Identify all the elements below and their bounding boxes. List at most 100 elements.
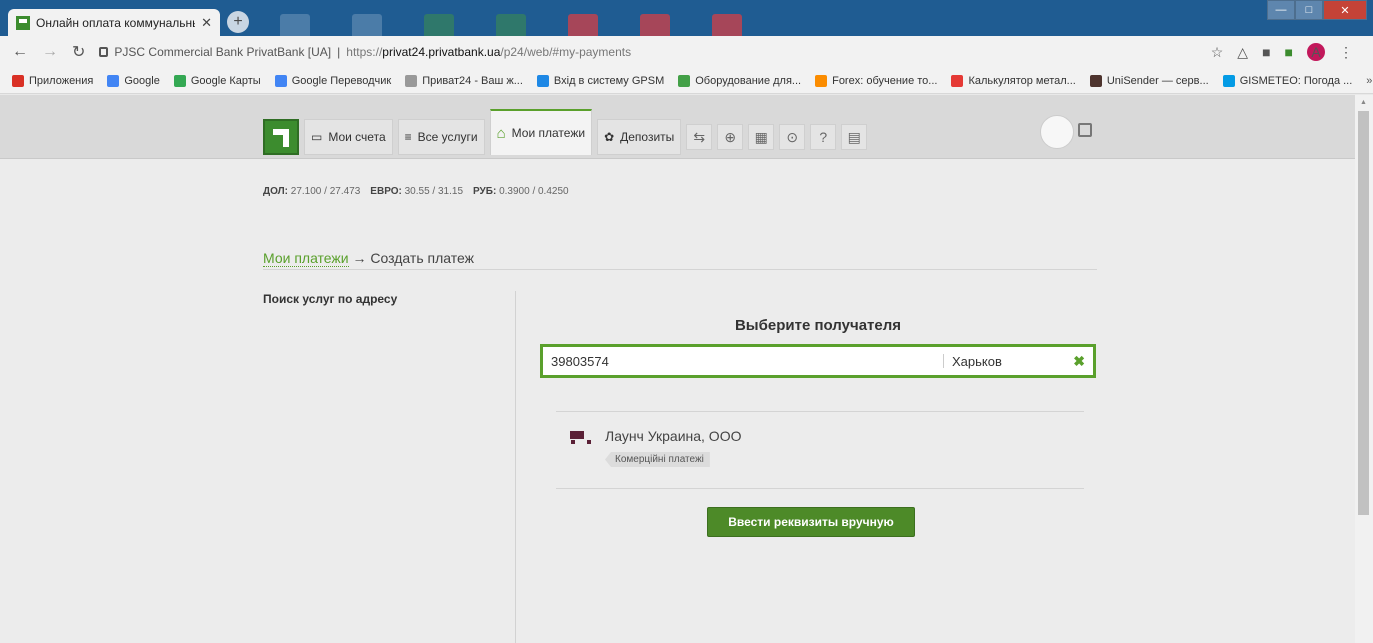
nav-my-accounts-label: Мои счета <box>328 130 386 144</box>
city-input[interactable] <box>944 348 1064 374</box>
enter-details-manually-button[interactable]: Ввести реквизиты вручную <box>707 507 915 537</box>
breadcrumb-current: Создать платеж <box>370 250 474 266</box>
results-divider-top <box>556 411 1084 412</box>
recipient-result-item[interactable]: Лаунч Украина, ООО Комерційні платежі <box>567 428 742 467</box>
page-scrollbar[interactable]: ▲ <box>1355 95 1373 643</box>
nav-deposits[interactable]: ✿ Депозиты <box>597 119 682 155</box>
extension-area: ☆ △ ■ ■ A ⋮ <box>1211 43 1353 61</box>
background-windows <box>260 0 1120 36</box>
maximize-button[interactable]: □ <box>1295 0 1323 20</box>
scroll-up-icon[interactable]: ▲ <box>1360 99 1367 106</box>
new-tab-button[interactable]: + <box>227 11 249 33</box>
bookmark-google-translate[interactable]: Google Переводчик <box>274 74 391 87</box>
choose-recipient-title: Выберите получателя <box>734 317 902 334</box>
equipment-icon <box>678 74 691 87</box>
column-divider <box>515 291 516 643</box>
back-arrow-icon[interactable]: ← <box>12 43 28 61</box>
window-thumb <box>712 14 742 36</box>
scrollbar-thumb[interactable] <box>1358 111 1369 515</box>
bookmark-forex[interactable]: Forex: обучение то... <box>815 74 937 87</box>
bookmark-privat24[interactable]: Приват24 - Ваш ж... <box>405 74 523 87</box>
bookmark-star-icon[interactable]: ☆ <box>1211 44 1224 61</box>
state-services-icon[interactable]: ▦ <box>748 124 775 150</box>
bookmark-unisender[interactable]: UniSender — серв... <box>1089 74 1209 87</box>
gismeteo-icon <box>1222 74 1235 87</box>
window-close-button[interactable]: ✕ <box>1323 0 1367 20</box>
logout-icon[interactable] <box>1078 123 1092 137</box>
usd-rate: 27.100 / 27.473 <box>290 186 361 197</box>
exchange-rates: ДОЛ: 27.100 / 27.473 ЕВРО: 30.55 / 31.15… <box>263 186 569 197</box>
menu-kebab-icon[interactable]: ⋮ <box>1339 44 1353 61</box>
nav-my-payments[interactable]: ⌂ Мои платежи <box>489 109 593 155</box>
bookmarks-overflow-icon[interactable]: » <box>1366 75 1372 87</box>
shop-cart-icon[interactable]: ▤ <box>841 124 868 150</box>
recipient-name: Лаунч Украина, ООО <box>605 428 742 444</box>
nav-my-accounts[interactable]: ▭ Мои счета <box>304 119 393 155</box>
results-divider-bottom <box>556 488 1084 489</box>
browser-tab-strip: Онлайн оплата коммунальных ✕ + — □ ✕ <box>0 0 1373 36</box>
tab-close-icon[interactable]: ✕ <box>201 15 212 31</box>
privat24-icon <box>405 74 418 87</box>
apps-grid-icon <box>12 74 24 87</box>
nav-all-services[interactable]: ≡ Все услуги <box>397 119 485 155</box>
user-avatar[interactable] <box>1040 115 1074 149</box>
bookmark-equipment[interactable]: Оборудование для... <box>678 74 801 87</box>
help-icon[interactable]: ? <box>810 124 837 150</box>
eur-label: ЕВРО: <box>370 186 402 197</box>
minimize-button[interactable]: — <box>1267 0 1295 20</box>
drive-icon[interactable]: △ <box>1237 44 1248 61</box>
piggy-bank-icon: ✿ <box>604 130 615 144</box>
reload-icon[interactable]: ↻ <box>72 42 85 62</box>
window-controls: — □ ✕ <box>1267 0 1367 20</box>
privatbank-logo[interactable] <box>263 119 299 155</box>
bookmarks-bar: Приложения Google Google Карты Google Пе… <box>0 68 1373 94</box>
window-thumb <box>568 14 598 36</box>
usd-label: ДОЛ: <box>263 186 288 197</box>
rub-rate: 0.3900 / 0.4250 <box>499 186 569 197</box>
breadcrumb-arrow: → <box>352 250 367 266</box>
bookmark-google[interactable]: Google <box>107 74 160 87</box>
rub-label: РУБ: <box>473 186 497 197</box>
bookmark-google-maps[interactable]: Google Карты <box>173 74 261 87</box>
omnibox[interactable]: PJSC Commercial Bank PrivatBank [UA] | h… <box>99 45 1196 59</box>
forward-arrow-icon[interactable]: → <box>42 43 58 61</box>
omnibox-divider: | <box>337 45 341 59</box>
site-certificate: PJSC Commercial Bank PrivatBank [UA] <box>114 45 332 59</box>
home-icon: ⌂ <box>496 124 506 142</box>
url-path: /p24/web/#my-payments <box>500 45 632 59</box>
site-header: ▭ Мои счета ≡ Все услуги ⌂ Мои платежи ✿… <box>0 95 1355 159</box>
card-icon: ▭ <box>311 130 323 144</box>
browser-tab-active[interactable]: Онлайн оплата коммунальных ✕ <box>8 9 220 36</box>
bookmark-gismeteo[interactable]: GISMETEO: Погода ... <box>1222 74 1352 87</box>
list-icon: ≡ <box>404 130 412 144</box>
window-thumb <box>280 14 310 36</box>
extension-icon[interactable]: ■ <box>1262 44 1270 60</box>
bookmark-metal-calculator[interactable]: Калькулятор метал... <box>951 74 1076 87</box>
gpsm-icon <box>536 74 549 87</box>
nav-deposits-label: Депозиты <box>620 130 675 144</box>
profile-avatar[interactable]: A <box>1307 43 1325 61</box>
recipient-search-input[interactable] <box>543 348 943 374</box>
window-thumb <box>352 14 382 36</box>
address-bar: ← → ↻ PJSC Commercial Bank PrivatBank [U… <box>0 36 1373 68</box>
tab-title: Онлайн оплата коммунальных <box>36 15 196 30</box>
transport-tickets-icon[interactable]: ⇆ <box>686 124 713 150</box>
window-thumb <box>640 14 670 36</box>
bonus-icon[interactable]: ⊙ <box>779 124 806 150</box>
page-viewport: ▭ Мои счета ≡ Все услуги ⌂ Мои платежи ✿… <box>0 95 1355 643</box>
bookmark-gpsm[interactable]: Вхід в систему GPSM <box>536 74 664 87</box>
window-thumb <box>424 14 454 36</box>
url-host: privat24.privatbank.ua <box>382 45 501 59</box>
clear-search-icon[interactable]: ✖ <box>1073 353 1085 370</box>
nav-my-payments-label: Мои платежи <box>511 126 586 140</box>
privat-extension-icon[interactable]: ■ <box>1285 44 1293 60</box>
recipient-category-tag: Комерційні платежі <box>605 452 710 467</box>
breadcrumb-my-payments[interactable]: Мои платежи <box>263 250 349 267</box>
address-search-title[interactable]: Поиск услуг по адресу <box>263 292 397 306</box>
breadcrumb: Мои платежи → Создать платеж <box>263 250 1097 270</box>
url-scheme: https:// <box>346 45 383 59</box>
privatbank-favicon-icon <box>16 15 30 30</box>
translate-icon <box>274 74 287 87</box>
bookmark-apps[interactable]: Приложения <box>12 74 93 87</box>
sports-icon[interactable]: ⊕ <box>717 124 744 150</box>
